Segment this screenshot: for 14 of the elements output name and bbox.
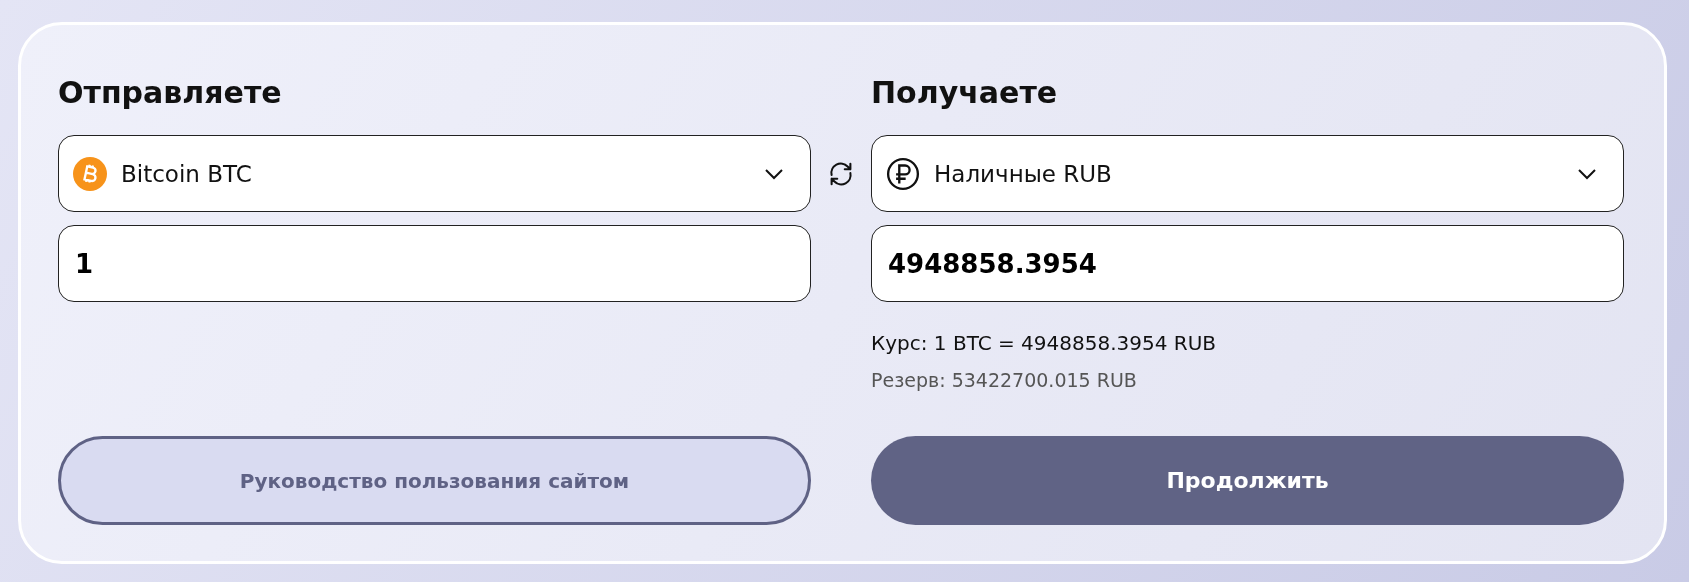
guide-button[interactable]: Руководство пользования сайтом	[58, 436, 811, 525]
reserve-amount: Резерв: 53422700.015 RUB	[871, 369, 1138, 391]
receive-title: Получаете	[871, 74, 1059, 110]
continue-button[interactable]: Продолжить	[871, 436, 1624, 525]
receive-currency-select[interactable]: Наличные RUB	[871, 135, 1624, 212]
send-currency-select[interactable]: Bitcoin BTC	[58, 135, 811, 212]
send-title: Отправляете	[58, 74, 283, 110]
send-amount-field[interactable]: 1	[58, 225, 811, 302]
receive-amount-field[interactable]: 4948858.3954	[871, 225, 1624, 302]
exchange-rate: Курс: 1 BTC = 4948858.3954 RUB	[871, 331, 1218, 355]
chevron-down-icon	[1577, 167, 1597, 180]
chevron-down-icon	[764, 167, 784, 180]
ruble-icon	[886, 156, 920, 191]
bitcoin-icon	[73, 156, 107, 191]
